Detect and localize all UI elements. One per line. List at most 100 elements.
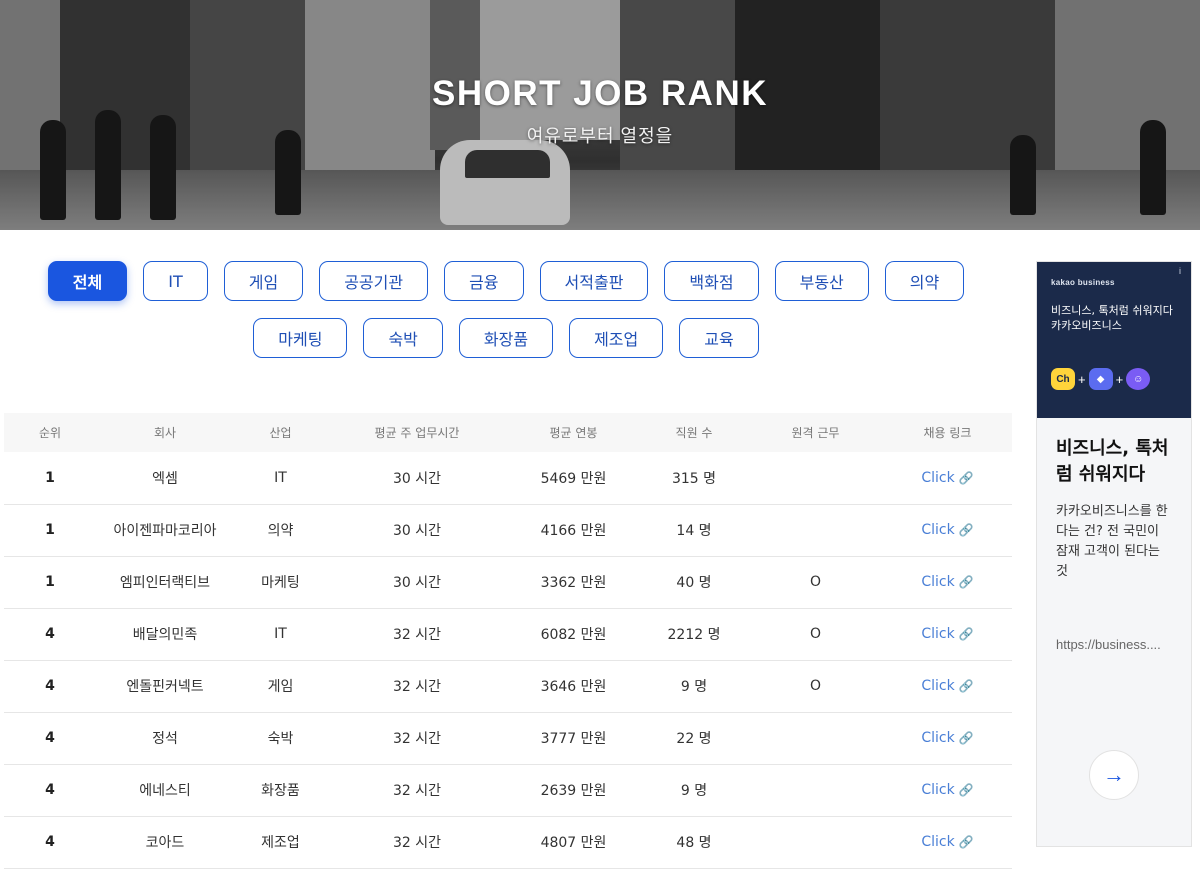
cell-employees: 48 명 [640,816,748,869]
ad-description: 카카오비즈니스를 한다는 건? 전 국민이 잠재 고객이 된다는 것 [1056,504,1168,579]
link-icon: 🔗 [958,523,974,537]
header-rank: 순위 [4,413,96,452]
ad-brand: kakao business [1051,278,1115,287]
cell-employees: 9 명 [640,764,748,817]
ad-headline-line1: 비즈니스, 톡처럼 쉬워지다 [1051,304,1173,317]
cell-salary: 6082 만원 [507,608,640,661]
cell-hours: 32 시간 [327,660,507,713]
ad-icon-group: Ch + ◆ + ☺ [1051,368,1151,390]
arrow-right-icon[interactable]: → [1089,750,1139,800]
cell-industry: 의약 [234,504,327,557]
apply-link-label[interactable]: Click [921,470,954,486]
cell-company: 엠피인터랙티브 [96,556,234,609]
apply-link-label[interactable]: Click [921,574,954,590]
channel-icon: Ch [1051,368,1075,390]
table-row: 1 아이젠파마코리아 의약 30 시간 4166 만원 14 명 Click 🔗 [4,504,1012,557]
cell-industry: 숙박 [234,712,327,765]
cell-rank: 1 [4,504,96,557]
header-remote: 원격 근무 [748,413,883,452]
cell-rank: 4 [4,608,96,661]
page-subtitle: 여유로부터 열정을 [526,126,674,146]
cell-company: 정석 [96,712,234,765]
ad-headline-line2: 카카오비즈니스 [1051,319,1122,332]
apply-link-label[interactable]: Click [921,522,954,538]
filter-chip-publishing[interactable]: 서적출판 [539,261,649,301]
filter-chip-cosmetics[interactable]: 화장품 [458,318,554,358]
cell-rank: 1 [4,452,96,505]
ad-banner[interactable]: kakao business i 비즈니스, 톡처럼 쉬워지다 카카오비즈니스 … [1037,262,1191,418]
hero-banner: SHORT JOB RANK 여유로부터 열정을 [0,0,1200,230]
apply-link[interactable]: Click 🔗 [883,816,1012,869]
header-employees: 직원 수 [640,413,748,452]
link-icon: 🔗 [958,575,974,589]
cell-industry: 게임 [234,660,327,713]
cell-hours: 30 시간 [327,556,507,609]
kakao-business-ad[interactable]: kakao business i 비즈니스, 톡처럼 쉬워지다 카카오비즈니스 … [1036,261,1192,847]
cell-salary: 5469 만원 [507,452,640,505]
cell-hours: 32 시간 [327,712,507,765]
cell-industry: IT [234,452,327,505]
filter-chip-finance[interactable]: 금융 [444,261,524,301]
apply-link[interactable]: Click 🔗 [883,660,1012,713]
cell-company: 엑셈 [96,452,234,505]
cell-industry: IT [234,608,327,661]
header-apply-link: 채용 링크 [883,413,1012,452]
cell-hours: 30 시간 [327,504,507,557]
apply-link[interactable]: Click 🔗 [883,556,1012,609]
apply-link[interactable]: Click 🔗 [883,608,1012,661]
diamond-icon: ◆ [1088,368,1113,390]
filter-chip-all[interactable]: 전체 [47,261,128,301]
cell-remote [748,764,883,817]
filter-chip-education[interactable]: 교육 [679,318,759,358]
filter-chip-lodging[interactable]: 숙박 [363,318,443,358]
filter-chip-marketing[interactable]: 마케팅 [253,318,348,358]
cell-company: 아이젠파마코리아 [96,504,234,557]
ad-info-icon[interactable]: i [1179,266,1181,276]
header-company: 회사 [96,413,234,452]
cell-remote [748,452,883,505]
cell-hours: 32 시간 [327,764,507,817]
cell-company: 에네스티 [96,764,234,817]
apply-link[interactable]: Click 🔗 [883,452,1012,505]
cell-rank: 1 [4,556,96,609]
apply-link-label[interactable]: Click [921,730,954,746]
apply-link[interactable]: Click 🔗 [883,712,1012,765]
filter-chip-department-store[interactable]: 백화점 [664,261,759,301]
apply-link[interactable]: Click 🔗 [883,504,1012,557]
header-industry: 산업 [234,413,327,452]
cell-industry: 마케팅 [234,556,327,609]
cell-employees: 315 명 [640,452,748,505]
filter-chip-real-estate[interactable]: 부동산 [774,261,869,301]
filter-row-1: 전체 IT 게임 공공기관 금융 서적출판 백화점 부동산 의약 [0,261,1012,301]
cell-salary: 4807 만원 [507,816,640,869]
cell-salary: 3646 만원 [507,660,640,713]
table-row: 4 정석 숙박 32 시간 3777 만원 22 명 Click 🔗 [4,712,1012,765]
table-row: 4 에네스티 화장품 32 시간 2639 만원 9 명 Click 🔗 [4,764,1012,817]
header-weekly-hours: 평균 주 업무시간 [327,413,507,452]
cell-remote [748,504,883,557]
apply-link-label[interactable]: Click [921,834,954,850]
cell-employees: 9 명 [640,660,748,713]
cell-employees: 14 명 [640,504,748,557]
ad-title[interactable]: 비즈니스, 톡처럼 쉬워지다 [1056,436,1172,488]
cell-company: 엔돌핀커넥트 [96,660,234,713]
table-header-row: 순위 회사 산업 평균 주 업무시간 평균 연봉 직원 수 원격 근무 채용 링… [4,413,1012,452]
cell-salary: 2639 만원 [507,764,640,817]
smile-icon: ☺ [1126,368,1151,390]
filter-chip-it[interactable]: IT [143,261,208,301]
filter-chip-manufacturing[interactable]: 제조업 [569,318,664,358]
cell-remote [748,712,883,765]
filter-chip-public[interactable]: 공공기관 [319,261,429,301]
link-icon: 🔗 [958,470,974,485]
apply-link-label[interactable]: Click [921,678,954,694]
apply-link[interactable]: Click 🔗 [883,764,1012,817]
cell-rank: 4 [4,816,96,869]
cell-remote: O [748,556,883,609]
filter-chip-game[interactable]: 게임 [223,261,304,301]
cell-rank: 4 [4,764,96,817]
apply-link-label[interactable]: Click [921,782,954,798]
apply-link-label[interactable]: Click [921,626,954,642]
filter-row-2: 마케팅 숙박 화장품 제조업 교육 [0,318,1012,358]
filter-chip-pharma[interactable]: 의약 [884,261,965,301]
ad-url[interactable]: https://business.... [1056,637,1172,652]
